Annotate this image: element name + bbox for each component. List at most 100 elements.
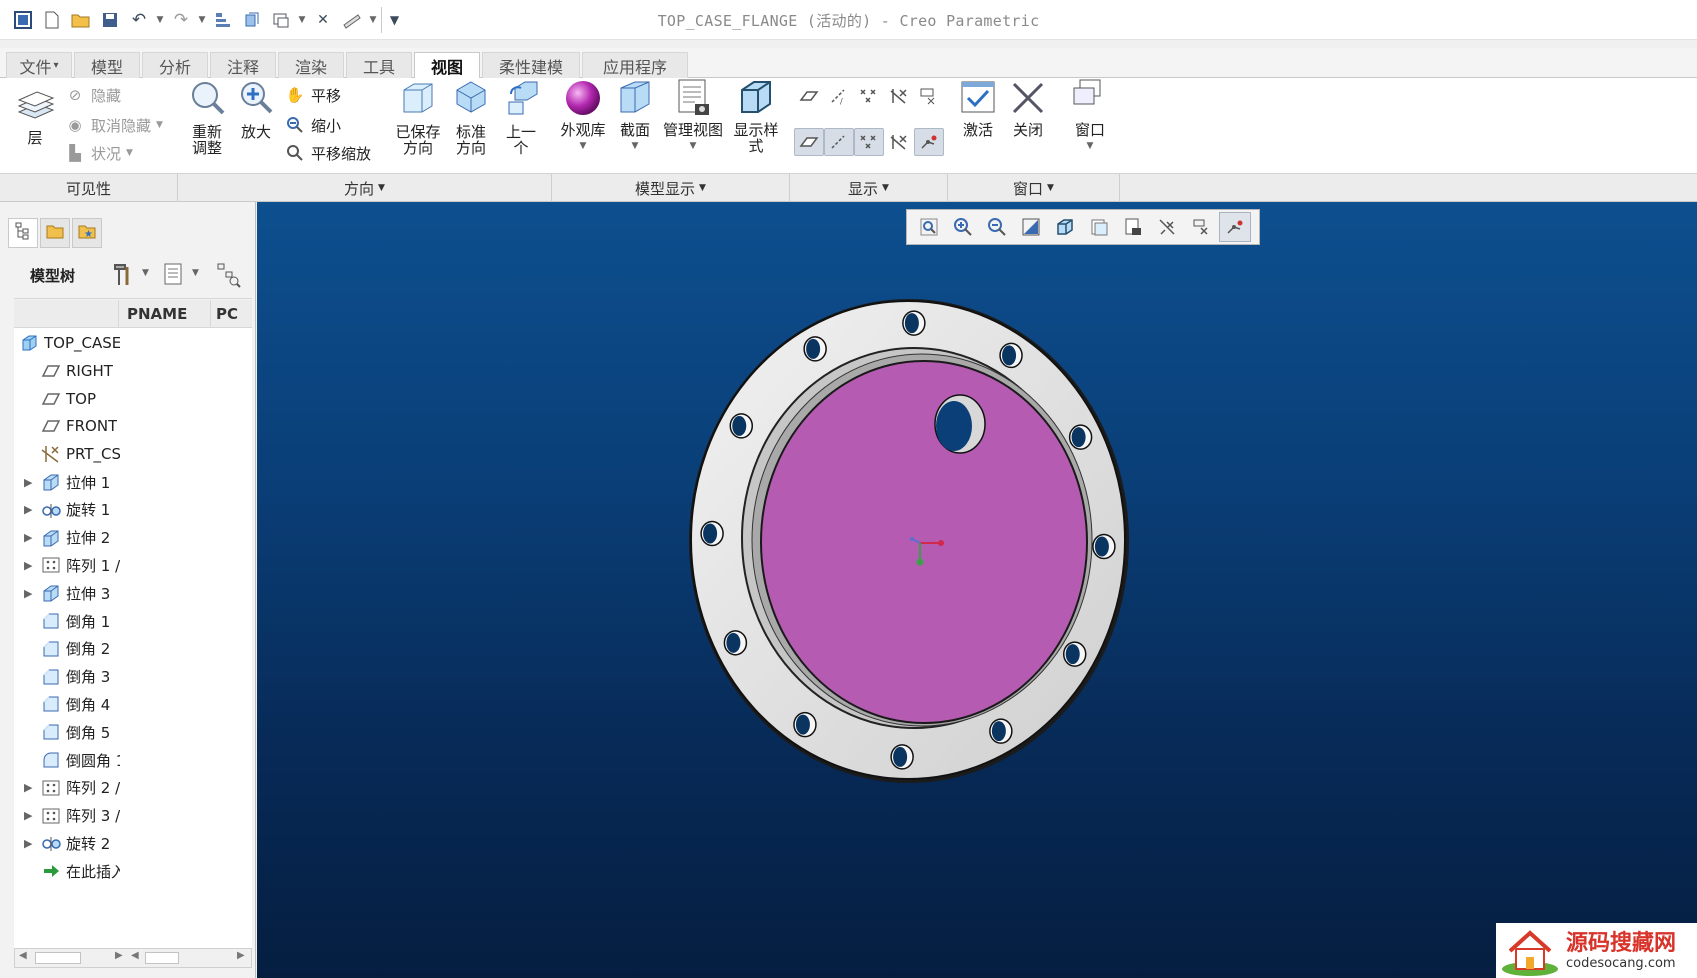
tree-item[interactable]: TOP_CASE_I [14,328,252,358]
appearance-gallery-button[interactable]: 外观库 ▼ [558,78,608,154]
axis-display-icon[interactable]: / [824,82,854,110]
tree-item[interactable]: ▶ 拉伸 3 [14,578,252,608]
tab-flexible-modeling[interactable]: 柔性建模 [482,52,580,78]
tree-item[interactable]: 倒角 4 [14,689,252,719]
hide-button[interactable]: ⊘ 隐藏 [64,84,121,106]
scroll-left-icon[interactable]: ◀ [131,950,139,961]
scroll-right-icon[interactable]: ▶ [237,950,245,961]
group-window[interactable]: 窗口 ▼ [948,174,1120,202]
model-tree-tab[interactable] [8,218,38,248]
previous-orientation-button[interactable]: 上一 个 [498,78,544,156]
tree-filter-icon[interactable] [216,262,242,292]
tab-analysis[interactable]: 分析 [142,52,208,78]
tree-item[interactable]: RIGHT [14,356,252,386]
tree-item[interactable]: PRT_CSY [14,439,252,469]
tree-item-label: 倒角 5 [66,723,111,742]
close-x-icon [1008,78,1048,118]
tree-item-label: 阵列 1 / [66,556,120,575]
zoom-in-button[interactable]: 放大 [232,78,280,140]
column-pc[interactable]: PC [216,305,250,323]
chevron-down-icon[interactable]: ▼ [192,268,199,278]
close-button[interactable]: 关闭 [1004,78,1052,138]
csys-display-icon[interactable] [884,82,914,110]
tree-item[interactable]: ▶ 阵列 1 / [14,550,252,580]
tree-item[interactable]: ▶ 旋转 1 [14,495,252,525]
standard-orientation-button[interactable]: 标准 方向 [448,78,494,156]
group-model-display[interactable]: 模型显示 ▼ [552,174,790,202]
point-display-icon[interactable] [854,82,884,110]
expand-arrow-icon[interactable]: ▶ [24,587,36,600]
scroll-left-icon[interactable]: ◀ [19,950,27,961]
tree-item[interactable]: FRONT [14,411,252,441]
scroll-right-icon[interactable]: ▶ [115,950,123,961]
status-button[interactable]: ▙ 状况 ▼ [64,142,133,164]
tree-icon [14,221,32,245]
status-icon: ▙ [69,144,81,162]
tree-item[interactable]: 倒角 2 [14,634,252,664]
graphics-viewport[interactable] [257,202,1697,978]
model-tree: TOP_CASE_I RIGHT TOP FRONT PRT_CSY ▶ 拉伸 1 ▶ 旋转 1… [14,328,252,950]
manage-views-button[interactable]: 管理视图 ▼ [660,78,726,154]
expand-arrow-icon[interactable]: ▶ [24,503,36,516]
tree-item[interactable]: ▶ 旋转 2 [14,828,252,858]
pan-button[interactable]: ✋ 平移 [284,84,341,106]
tab-view[interactable]: 视图 [414,52,480,79]
insert-here-icon [40,860,62,882]
tree-item[interactable]: ▶ 拉伸 2 [14,523,252,553]
tree-item[interactable]: 倒角 3 [14,662,252,692]
point-tag-icon[interactable] [854,128,884,156]
show-icon[interactable] [162,262,184,290]
scroll-thumb[interactable] [35,952,81,964]
section-button[interactable]: 截面 ▼ [612,78,658,154]
axis-tag-icon[interactable] [824,128,854,156]
folder-browser-tab[interactable] [40,218,70,248]
expand-arrow-icon[interactable]: ▶ [24,781,36,794]
tab-tools[interactable]: 工具 [346,52,412,78]
tree-item[interactable]: ▶ 阵列 3 / [14,801,252,831]
tree-settings-icon[interactable] [110,262,136,292]
scroll-thumb[interactable] [145,952,179,964]
flange-model[interactable] [257,202,1697,978]
csys-tag-icon[interactable] [884,128,914,156]
expand-arrow-icon[interactable]: ▶ [24,837,36,850]
display-style-button[interactable]: 显示样 式 [730,78,782,154]
group-orientation[interactable]: 方向 ▼ [178,174,552,202]
plane-display-icon[interactable] [794,82,824,110]
tab-applications[interactable]: 应用程序 [582,52,688,78]
expand-arrow-icon[interactable]: ▶ [24,559,36,572]
group-show[interactable]: 显示 ▼ [790,174,948,202]
annotation-display-icon[interactable] [914,128,944,156]
tab-annotate[interactable]: 注释 [210,52,276,78]
tree-item[interactable]: 倒圆角 1 [14,745,252,775]
horizontal-scrollbar[interactable]: ◀ ▶ ◀ ▶ [14,948,252,968]
windows-button[interactable]: 窗口 ▼ [1066,78,1114,154]
expand-arrow-icon[interactable]: ▶ [24,476,36,489]
refit-label: 重新 调整 [191,123,222,157]
tree-item[interactable]: 倒角 1 [14,606,252,636]
tree-item[interactable]: 倒角 5 [14,717,252,747]
expand-arrow-icon[interactable]: ▶ [24,531,36,544]
pan-zoom-button[interactable]: 平移缩放 [284,142,371,164]
tab-model[interactable]: 模型 [74,52,140,78]
refit-button[interactable]: 重新 调整 [182,78,232,156]
layer-button[interactable]: 层 [10,86,60,146]
zoom-out-button[interactable]: 缩小 [284,114,341,136]
saved-orientations-button[interactable]: 已保存 方向 [390,78,446,156]
tab-render[interactable]: 渲染 [278,52,344,78]
plane-tag-icon[interactable] [794,128,824,156]
tab-file[interactable]: 文件 ▾ [6,52,72,78]
tree-item[interactable]: TOP [14,384,252,414]
column-pname[interactable]: PNAME [127,305,187,323]
activate-button[interactable]: 激活 [954,78,1002,138]
favorites-tab[interactable]: ★ [72,218,102,248]
tree-item[interactable]: ▶ 阵列 2 / [14,773,252,803]
unhide-button[interactable]: ◉ 取消隐藏 ▼ [64,114,162,136]
group-visibility[interactable]: 可见性 [0,174,178,202]
chevron-down-icon[interactable]: ▼ [142,268,149,278]
tree-item[interactable]: ▶ 拉伸 1 [14,467,252,497]
expand-arrow-icon[interactable]: ▶ [24,809,36,822]
chevron-down-icon: ▼ [378,183,385,193]
tree-item[interactable]: 在此插入 [14,856,252,886]
spin-center-icon[interactable] [914,82,944,110]
ribbon: 层 ⊘ 隐藏 ◉ 取消隐藏 ▼ ▙ 状况 ▼ 重新 调整 放大 ✋ 平移 缩小 平移缩放 已… [0,78,1697,174]
